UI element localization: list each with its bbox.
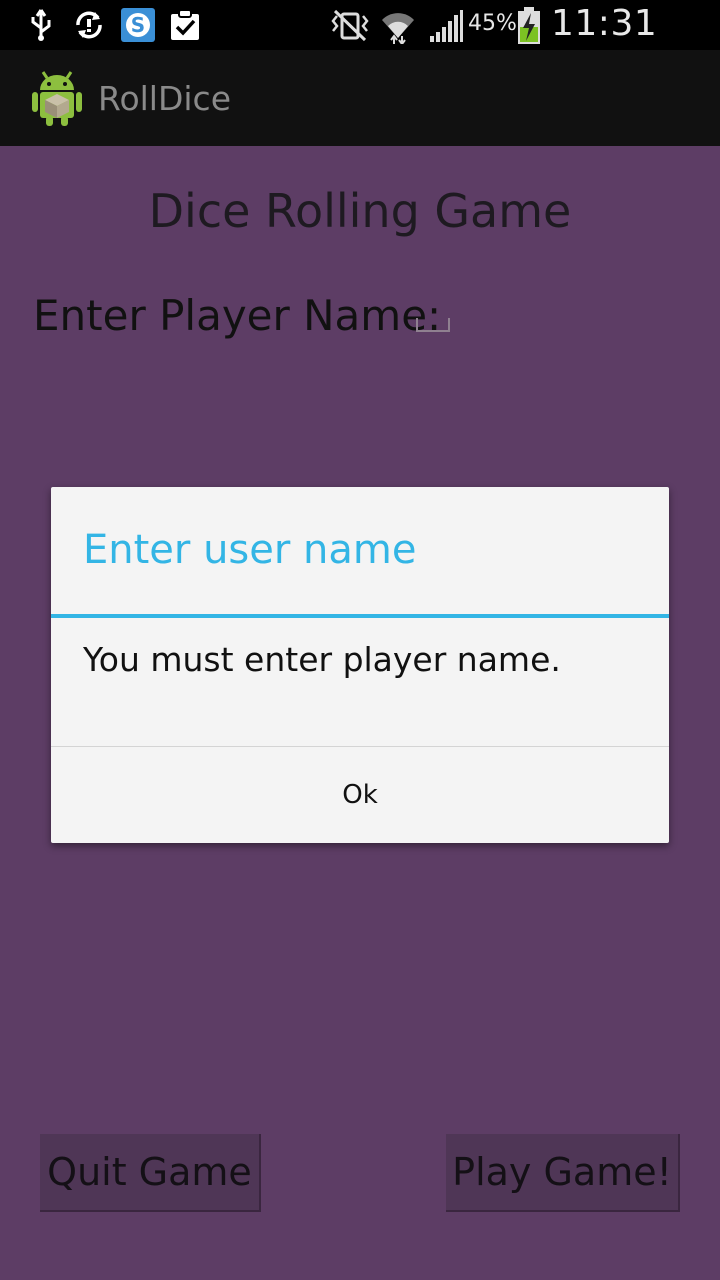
dialog-message: You must enter player name. xyxy=(83,640,561,679)
svg-text:S: S xyxy=(131,13,145,37)
app-title: RollDice xyxy=(98,79,231,118)
android-cube-icon[interactable] xyxy=(30,68,84,128)
clipboard-check-icon xyxy=(171,9,199,40)
status-bar: S 45% 11:31 PM xyxy=(0,0,720,85)
battery-percent: 45% xyxy=(468,11,517,36)
player-name-label: Enter Player Name: xyxy=(33,291,442,340)
wifi-icon xyxy=(382,13,414,44)
vibrate-icon xyxy=(331,9,369,42)
ok-button[interactable]: Ok xyxy=(51,747,669,843)
dialog-title-divider xyxy=(51,614,669,618)
action-bar: RollDice xyxy=(0,50,720,146)
alert-dialog: Enter user name You must enter player na… xyxy=(51,487,669,843)
usb-icon xyxy=(31,9,51,41)
player-name-input[interactable] xyxy=(416,318,450,332)
dialog-title: Enter user name xyxy=(83,527,417,573)
sync-icon xyxy=(76,11,102,39)
quit-game-button[interactable]: Quit Game xyxy=(40,1134,261,1212)
signal-icon xyxy=(430,10,463,42)
battery-charging-icon xyxy=(518,7,540,44)
page-title: Dice Rolling Game xyxy=(148,184,572,238)
play-game-button[interactable]: Play Game! xyxy=(446,1134,680,1212)
skype-icon: S xyxy=(121,8,155,42)
